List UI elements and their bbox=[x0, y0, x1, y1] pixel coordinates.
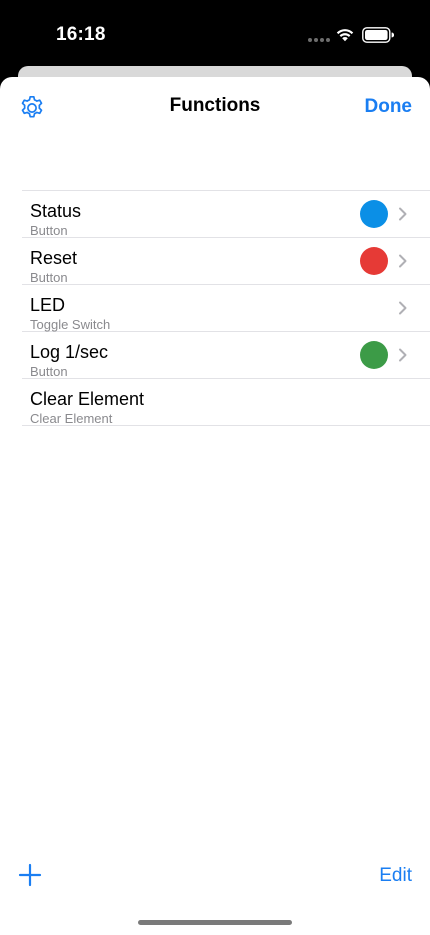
list-item-subtitle: Clear Element bbox=[30, 411, 113, 426]
list-item-subtitle: Button bbox=[30, 364, 68, 379]
functions-sheet: Functions Done Status Button Reset Butto… bbox=[0, 77, 430, 935]
list-item-title: Clear Element bbox=[30, 389, 145, 409]
list-item-title: Reset bbox=[30, 248, 78, 268]
status-time: 16:18 bbox=[56, 24, 106, 45]
chevron-right-icon bbox=[399, 301, 407, 315]
done-button[interactable]: Done bbox=[365, 96, 413, 118]
color-indicator bbox=[360, 341, 388, 369]
list-item-reset[interactable]: Reset Button bbox=[22, 238, 430, 285]
wifi-icon bbox=[336, 29, 354, 42]
list-item-title: Log 1/sec bbox=[30, 342, 109, 362]
home-indicator bbox=[138, 920, 292, 925]
list-item-log-1-sec[interactable]: Log 1/sec Button bbox=[22, 332, 430, 379]
list-item-title: Status bbox=[30, 201, 82, 221]
list-item-subtitle: Toggle Switch bbox=[30, 317, 111, 332]
plus-icon[interactable] bbox=[18, 863, 42, 887]
chevron-right-icon bbox=[399, 348, 407, 362]
list-item-subtitle: Button bbox=[30, 270, 68, 285]
color-indicator bbox=[360, 200, 388, 228]
list-item-status[interactable]: Status Button bbox=[22, 191, 430, 238]
status-bar: 16:18 bbox=[0, 0, 430, 66]
chevron-right-icon bbox=[399, 254, 407, 268]
list-item-subtitle: Button bbox=[30, 223, 68, 238]
gear-icon[interactable] bbox=[18, 94, 46, 122]
list-item-led[interactable]: LED Toggle Switch bbox=[22, 285, 430, 332]
cellular-signal-icon bbox=[308, 38, 330, 42]
color-indicator bbox=[360, 247, 388, 275]
list-item-title: LED bbox=[30, 295, 66, 315]
battery-icon bbox=[362, 27, 394, 43]
list-item-clear-element[interactable]: Clear Element Clear Element bbox=[22, 379, 430, 426]
functions-list: Status Button Reset Button LED Toggle Sw… bbox=[22, 190, 430, 426]
edit-button[interactable]: Edit bbox=[379, 865, 412, 887]
chevron-right-icon bbox=[399, 207, 407, 221]
